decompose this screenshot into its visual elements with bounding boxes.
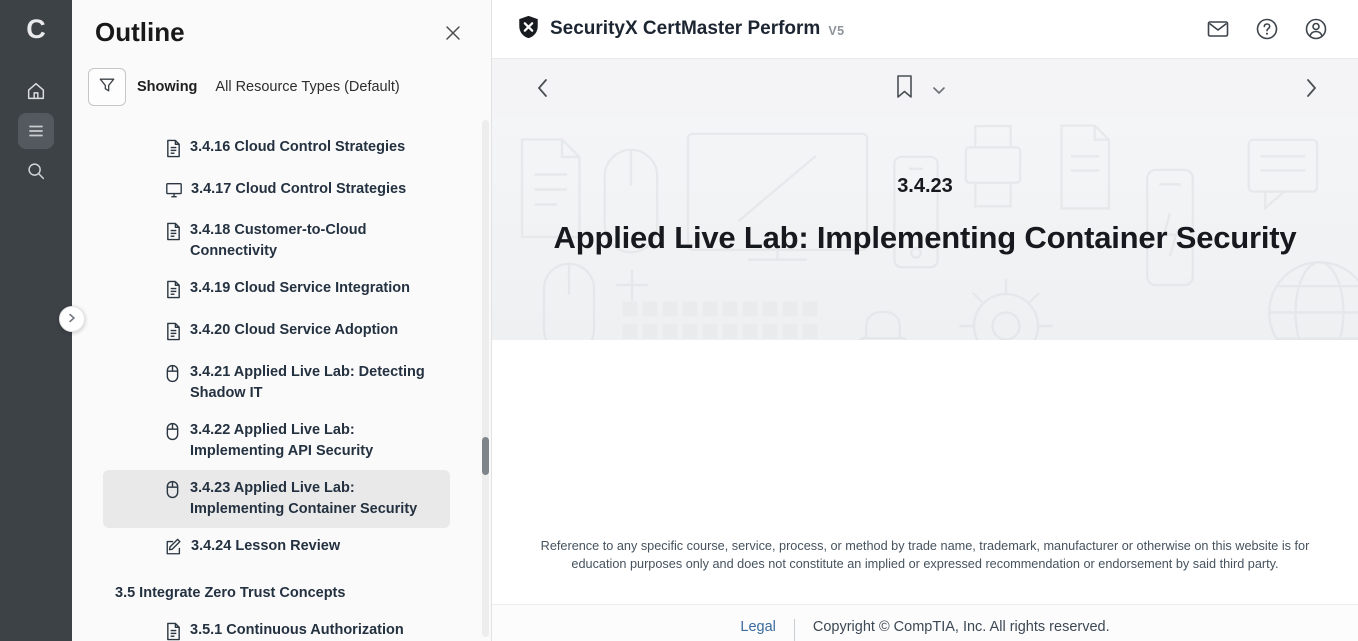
list-item[interactable]: 3.4.18 Customer-to-Cloud Connectivity [103, 212, 450, 270]
close-outline-button[interactable] [444, 24, 464, 44]
main-area: SecurityX CertMaster Perform V5 [492, 0, 1358, 641]
outline-panel: Outline Showing All Resource Types (Defa… [72, 0, 492, 641]
lesson-content: Reference to any specific course, servic… [492, 340, 1358, 641]
lesson-heading: 3.4.23 Applied Live Lab: Implementing Co… [492, 175, 1358, 256]
footer-divider [794, 619, 795, 641]
section-header[interactable]: 3.5 Integrate Zero Trust Concepts [103, 575, 450, 612]
filter-row: Showing All Resource Types (Default) [88, 68, 491, 106]
app-window: C Outline [0, 0, 1358, 641]
page-footer: Legal Copyright © CompTIA, Inc. All righ… [492, 604, 1358, 641]
bookmark-icon[interactable] [895, 74, 914, 104]
list-item[interactable]: 3.4.20 Cloud Service Adoption [103, 312, 450, 354]
list-item[interactable]: 3.4.22 Applied Live Lab: Implementing AP… [103, 412, 450, 470]
lesson-toolbar [492, 59, 1358, 117]
list-item[interactable]: 3.4.16 Cloud Control Strategies [103, 129, 450, 171]
lesson-number: 3.4.23 [492, 175, 1358, 198]
sidebar-item-search[interactable] [18, 153, 54, 189]
list-item-label: 3.4.17 Cloud Control Strategies [191, 179, 406, 200]
list-item-label: 3.4.24 Lesson Review [191, 536, 340, 557]
lesson-hero-banner: 3.4.23 Applied Live Lab: Implementing Co… [492, 117, 1358, 340]
mail-icon[interactable] [1206, 17, 1230, 41]
list-item[interactable]: 3.5.1 Continuous Authorization [103, 612, 450, 641]
filter-showing-label: Showing [137, 79, 197, 95]
edit-icon [165, 538, 183, 561]
help-icon[interactable] [1255, 17, 1279, 41]
monitor-icon [165, 181, 183, 204]
outline-scrollbar-thumb[interactable] [482, 437, 489, 475]
bookmark-controls [895, 74, 946, 104]
mouse-icon [165, 422, 182, 446]
collapse-panel-button[interactable] [59, 306, 85, 332]
list-item[interactable]: 3.4.17 Cloud Control Strategies [103, 171, 450, 212]
search-icon [25, 160, 47, 182]
header-icons [1206, 17, 1328, 41]
sidebar-item-home[interactable] [18, 73, 54, 109]
list-item[interactable]: 3.4.24 Lesson Review [103, 528, 450, 569]
list-item[interactable]: 3.4.19 Cloud Service Integration [103, 270, 450, 312]
list-item-selected[interactable]: 3.4.23 Applied Live Lab: Implementing Co… [103, 470, 450, 528]
outline-panel-title: Outline [95, 17, 491, 48]
document-icon [165, 222, 182, 246]
next-page-button[interactable] [1305, 78, 1318, 103]
outline-scrollbar-track[interactable] [482, 120, 489, 637]
list-item-label: 3.5.1 Continuous Authorization [190, 620, 404, 641]
copyright-text: Copyright © CompTIA, Inc. All rights res… [813, 619, 1110, 635]
filter-selected-value[interactable]: All Resource Types (Default) [215, 79, 399, 95]
filter-button[interactable] [88, 68, 126, 106]
footer-content: Legal Copyright © CompTIA, Inc. All righ… [740, 605, 1109, 641]
chevron-down-icon[interactable] [932, 82, 946, 100]
main-header: SecurityX CertMaster Perform V5 [492, 0, 1358, 59]
legal-link[interactable]: Legal [740, 619, 775, 635]
securityx-shield-icon [517, 15, 540, 44]
document-icon [165, 622, 182, 641]
document-icon [165, 139, 182, 163]
mouse-icon [165, 364, 182, 388]
disclaimer-text: Reference to any specific course, servic… [530, 537, 1320, 573]
mouse-icon [165, 480, 182, 504]
list-item[interactable]: 3.4.21 Applied Live Lab: Detecting Shado… [103, 354, 450, 412]
product-version-badge: V5 [828, 24, 844, 38]
menu-icon [26, 121, 46, 141]
home-icon [25, 80, 47, 102]
list-item-label: 3.4.16 Cloud Control Strategies [190, 137, 405, 158]
list-item-label: 3.4.21 Applied Live Lab: Detecting Shado… [190, 362, 425, 404]
document-icon [165, 322, 182, 346]
outline-list: 3.4.16 Cloud Control Strategies 3.4.17 C… [72, 129, 491, 641]
chevron-right-icon [67, 310, 77, 328]
product-title: SecurityX CertMaster Perform [550, 18, 820, 40]
list-item-label: 3.4.19 Cloud Service Integration [190, 278, 410, 299]
list-item-label: 3.4.22 Applied Live Lab: Implementing AP… [190, 420, 425, 462]
list-item-label: 3.4.20 Cloud Service Adoption [190, 320, 398, 341]
filter-funnel-icon [97, 75, 117, 100]
list-item-label: 3.4.18 Customer-to-Cloud Connectivity [190, 220, 425, 262]
list-item-label: 3.4.23 Applied Live Lab: Implementing Co… [190, 478, 425, 520]
sidebar-item-outline[interactable] [18, 113, 54, 149]
previous-page-button[interactable] [536, 78, 549, 103]
document-icon [165, 280, 182, 304]
account-icon[interactable] [1304, 17, 1328, 41]
close-icon [444, 29, 462, 46]
comptia-logo: C [26, 12, 46, 46]
lesson-title: Applied Live Lab: Implementing Container… [492, 220, 1358, 256]
